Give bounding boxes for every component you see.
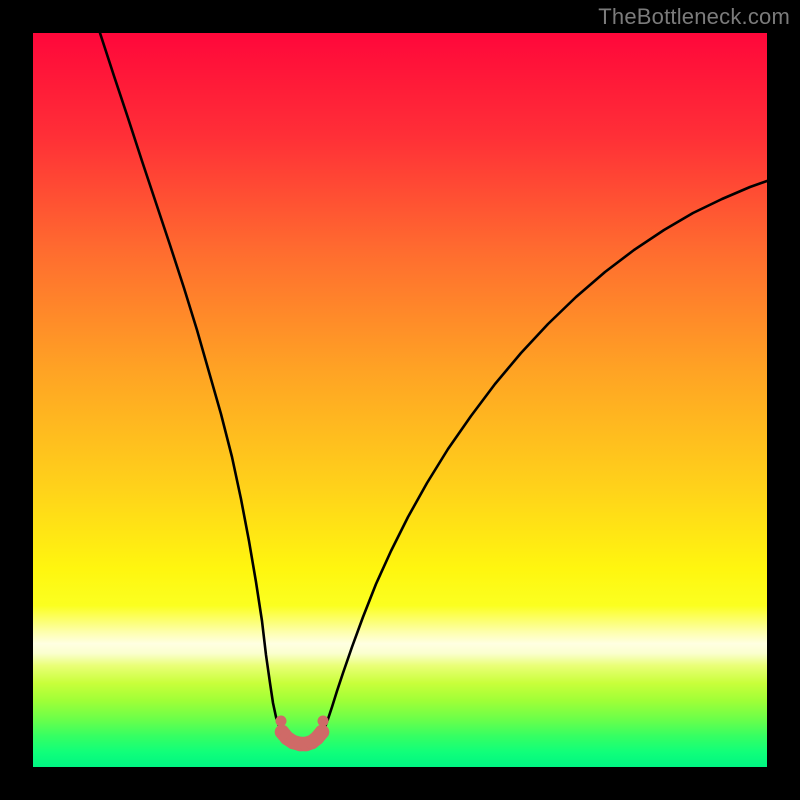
plot-area (33, 33, 767, 767)
chart-frame: TheBottleneck.com (0, 0, 800, 800)
watermark-label: TheBottleneck.com (598, 4, 790, 30)
plot-svg (33, 33, 767, 767)
gradient-background (33, 33, 767, 767)
